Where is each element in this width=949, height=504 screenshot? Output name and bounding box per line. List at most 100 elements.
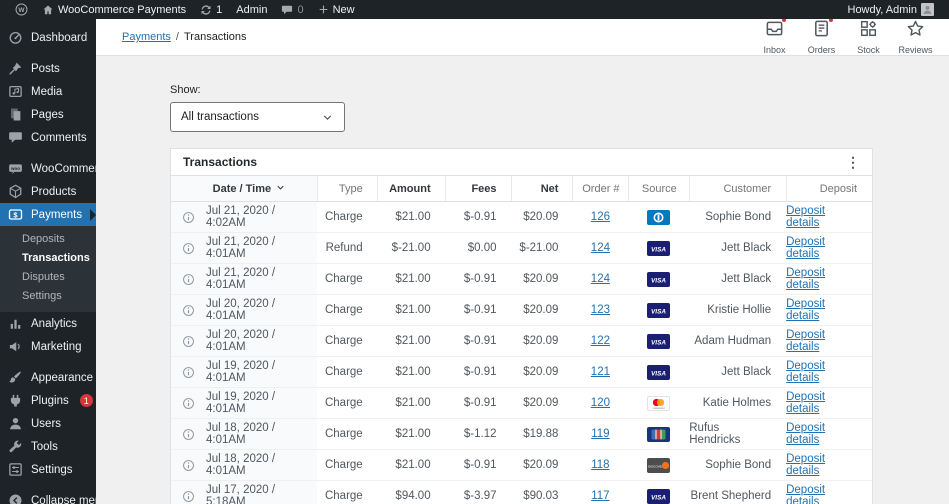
transaction-info-button[interactable] [182, 335, 195, 348]
transactions-filter-select[interactable]: All transactions [170, 102, 345, 132]
order-link[interactable]: 119 [591, 428, 609, 440]
sidebar-item-collapse-menu[interactable]: Collapse menu [0, 489, 108, 504]
activity-tab-inbox[interactable]: Inbox [751, 19, 798, 55]
sidebar-item-products[interactable]: Products [0, 180, 96, 203]
column-header-net[interactable]: Net [510, 176, 573, 201]
transaction-info-button[interactable] [182, 397, 195, 410]
column-header-order[interactable]: Order # [572, 176, 628, 201]
wordpress-menu[interactable]: W [8, 0, 35, 19]
sidebar-item-label: Plugins [31, 394, 69, 407]
order-link[interactable]: 124 [591, 273, 610, 285]
deposit-details-link[interactable]: Deposit details [786, 267, 857, 291]
sidebar-item-comments[interactable]: Comments [0, 126, 96, 149]
column-header-amount[interactable]: Amount [376, 176, 445, 201]
sidebar-item-analytics[interactable]: Analytics [0, 312, 96, 335]
cell-fees: $-0.91 [463, 335, 497, 347]
deposit-details-link[interactable]: Deposit details [786, 329, 857, 353]
svg-text:mastercard: mastercard [653, 406, 665, 409]
sidebar-item-pages[interactable]: Pages [0, 103, 96, 126]
sidebar-item-users[interactable]: Users [0, 412, 96, 435]
admin-label: Admin [236, 3, 268, 16]
deposit-details-link[interactable]: Deposit details [786, 453, 857, 477]
cell-customer: Rufus Hendricks [689, 422, 741, 446]
transaction-info-button[interactable] [182, 273, 195, 286]
sidebar-subitem-transactions[interactable]: Transactions [0, 248, 96, 267]
sidebar-item-dashboard[interactable]: Dashboard [0, 26, 96, 49]
card-menu-button[interactable]: ⋮ [842, 151, 864, 173]
deposit-details-link[interactable]: Deposit details [786, 484, 857, 504]
transaction-info-button[interactable] [182, 459, 195, 472]
deposit-details-link[interactable]: Deposit details [786, 422, 857, 446]
reviews-icon [906, 19, 925, 38]
column-header-fees[interactable]: Fees [444, 176, 511, 201]
visa-icon: VISA [647, 240, 671, 256]
transaction-info-button[interactable] [182, 490, 195, 503]
order-link[interactable]: 123 [591, 304, 610, 316]
sidebar-item-payments[interactable]: $ Payments [0, 203, 96, 226]
transaction-info-button[interactable] [182, 304, 195, 317]
deposit-details-link[interactable]: Deposit details [786, 298, 857, 322]
sidebar-item-posts[interactable]: Posts [0, 57, 96, 80]
sidebar-item-label: Posts [31, 62, 60, 75]
sidebar-item-plugins[interactable]: Plugins 1 [0, 389, 96, 412]
howdy-text: Howdy, Admin [847, 3, 918, 16]
cell-order: 121 [572, 357, 628, 387]
transaction-info-button[interactable] [182, 366, 195, 379]
sidebar-subitem-disputes[interactable]: Disputes [0, 267, 96, 286]
column-header-type[interactable]: Type [316, 176, 377, 201]
sidebar-separator [0, 358, 96, 366]
my-account-link[interactable]: Howdy, Admin [841, 0, 942, 19]
admin-site-link[interactable]: Admin [229, 0, 274, 19]
comments-link[interactable]: 0 [274, 0, 310, 19]
dashboard-icon [8, 30, 23, 45]
sidebar-item-appearance[interactable]: Appearance [0, 366, 96, 389]
transaction-info-button[interactable] [182, 211, 195, 224]
transaction-info-button[interactable] [182, 428, 195, 441]
sidebar-item-label: Comments [31, 131, 87, 144]
column-label: Deposit [819, 182, 857, 195]
deposit-details-link[interactable]: Deposit details [786, 236, 857, 260]
order-link[interactable]: 121 [591, 366, 610, 378]
sidebar-item-settings[interactable]: Settings [0, 458, 96, 481]
column-header-date[interactable]: Date / Time [171, 176, 317, 201]
breadcrumb-parent-link[interactable]: Payments [122, 31, 171, 43]
transaction-info-button[interactable] [182, 242, 195, 255]
order-link[interactable]: 117 [591, 490, 609, 502]
updates-link[interactable]: 1 [193, 0, 229, 19]
sidebar-item-label: Dashboard [31, 31, 88, 44]
diners-club-icon [647, 209, 671, 225]
new-content-button[interactable]: New [311, 0, 362, 19]
site-name-link[interactable]: WooCommerce Payments [35, 0, 193, 19]
media-icon [8, 84, 23, 99]
activity-tab-reviews[interactable]: Reviews [892, 19, 939, 55]
column-header-customer[interactable]: Customer [689, 176, 786, 201]
deposit-details-link[interactable]: Deposit details [786, 360, 857, 384]
cell-customer: Jett Black [721, 366, 772, 378]
sidebar-item-media[interactable]: Media [0, 80, 96, 103]
sidebar-item-tools[interactable]: Tools [0, 435, 96, 458]
deposit-details-link[interactable]: Deposit details [786, 391, 857, 415]
order-link[interactable]: 122 [591, 335, 610, 347]
order-link[interactable]: 126 [591, 211, 610, 223]
transaction-row: Jul 21, 2020 / 4:02AM Charge $21.00 $-0.91 $… [171, 202, 872, 233]
cell-amount: $21.00 [395, 273, 431, 285]
cell-order: 123 [572, 295, 628, 325]
sidebar-item-woocommerce[interactable]: woo WooCommerce [0, 157, 111, 180]
sidebar-subitem-deposits[interactable]: Deposits [0, 229, 96, 248]
order-link[interactable]: 118 [591, 459, 609, 471]
sidebar-subitem-settings[interactable]: Settings [0, 286, 96, 305]
plus-icon [318, 4, 329, 15]
page-header-bar: Payments / Transactions Inbox Orders Stock… [96, 19, 949, 56]
order-link[interactable]: 120 [591, 397, 610, 409]
cell-type: Charge [324, 397, 363, 409]
cell-source: VISA [628, 357, 689, 387]
column-header-source[interactable]: Source [628, 176, 689, 201]
sidebar-item-marketing[interactable]: Marketing [0, 335, 96, 358]
activity-tab-orders[interactable]: Orders [798, 19, 845, 55]
activity-tab-stock[interactable]: Stock [845, 19, 892, 55]
column-label: Order # [582, 182, 620, 195]
order-link[interactable]: 124 [591, 242, 610, 254]
column-header-deposit[interactable]: Deposit [786, 176, 872, 201]
deposit-details-link[interactable]: Deposit details [786, 205, 857, 229]
cell-amount: $94.00 [395, 490, 431, 502]
